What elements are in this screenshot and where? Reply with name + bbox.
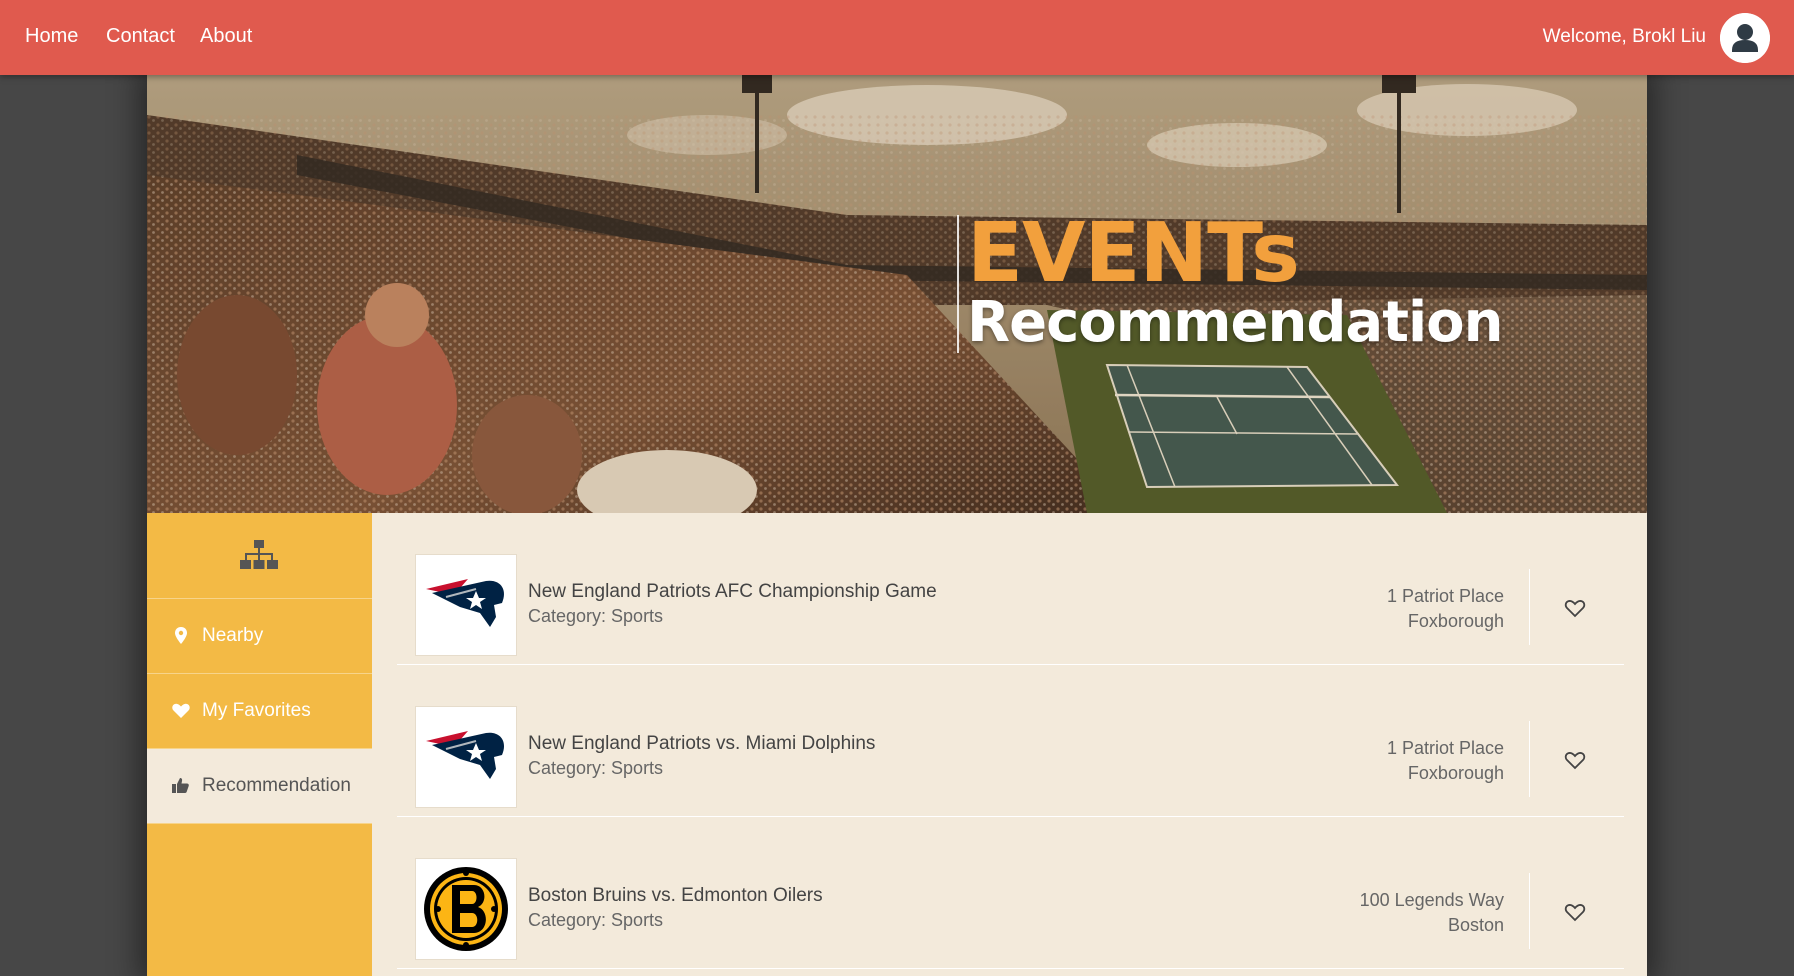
hero-banner: EVENTs Recommendation (147, 75, 1647, 513)
event-category: Category: Sports (528, 758, 664, 778)
sidebar-header (147, 513, 372, 599)
event-category: Category: Sports (528, 910, 664, 930)
sidebar-item-nearby[interactable]: Nearby (147, 599, 372, 674)
event-address: 1 Patriot Place Foxborough (1387, 584, 1504, 634)
event-list: New England Patriots AFC Championship Ga… (397, 513, 1624, 976)
event-item[interactable]: New England Patriots vs. Miami Dolphins … (397, 665, 1624, 817)
main-panel: EVENTs Recommendation Nearby My Favorite… (147, 75, 1647, 976)
hero-title-events: EVENTs (967, 206, 1300, 301)
event-address: 1 Patriot Place Foxborough (1387, 736, 1504, 786)
event-address: 100 Legends Way Boston (1360, 888, 1504, 938)
event-address-line1: 100 Legends Way (1359, 890, 1504, 910)
sidebar: Nearby My Favorites Recommendation (147, 513, 372, 976)
event-category: Category: Sports (528, 606, 664, 626)
divider (1529, 873, 1530, 949)
favorite-heart-icon[interactable] (1564, 750, 1586, 770)
sitemap-icon (240, 540, 278, 569)
hero-title-recommendation: Recommendation (967, 290, 1503, 355)
event-name[interactable]: New England Patriots vs. Miami Dolphins (528, 733, 875, 755)
sidebar-item-label: Recommendation (202, 775, 351, 796)
event-address-line2: Foxborough (1407, 763, 1504, 783)
nav-contact-link[interactable]: Contact (106, 25, 175, 48)
heart-icon (172, 703, 190, 718)
nav-about-link[interactable]: About (200, 25, 252, 48)
map-pin-icon (175, 627, 187, 644)
event-address-line2: Foxborough (1407, 611, 1504, 631)
patriots-logo (415, 554, 517, 656)
thumbs-up-icon (172, 778, 189, 793)
event-address-line1: 1 Patriot Place (1386, 738, 1504, 758)
divider (1529, 569, 1530, 645)
patriots-logo (415, 706, 517, 808)
event-address-line1: 1 Patriot Place (1386, 586, 1504, 606)
user-avatar-icon[interactable] (1720, 13, 1770, 63)
event-name[interactable]: New England Patriots AFC Championship Ga… (528, 581, 937, 603)
event-address-line2: Boston (1447, 915, 1504, 935)
hero-title: EVENTs Recommendation (957, 206, 1503, 355)
nav-home-link[interactable]: Home (25, 25, 78, 48)
top-navbar: Home Contact About Welcome, Brokl Liu (0, 0, 1794, 75)
sidebar-item-recommendation[interactable]: Recommendation (147, 749, 372, 824)
event-name[interactable]: Boston Bruins vs. Edmonton Oilers (528, 885, 823, 907)
event-item[interactable]: Boston Bruins vs. Edmonton Oilers Catego… (397, 817, 1624, 969)
favorite-heart-icon[interactable] (1564, 902, 1586, 922)
favorite-heart-icon[interactable] (1564, 598, 1586, 618)
sidebar-item-label: Nearby (202, 625, 264, 646)
sidebar-item-my-favorites[interactable]: My Favorites (147, 674, 372, 749)
welcome-text: Welcome, Brokl Liu (1542, 26, 1706, 47)
event-item[interactable]: New England Patriots AFC Championship Ga… (397, 513, 1624, 665)
bruins-logo (415, 858, 517, 960)
divider (1529, 721, 1530, 797)
sidebar-item-label: My Favorites (202, 700, 311, 721)
